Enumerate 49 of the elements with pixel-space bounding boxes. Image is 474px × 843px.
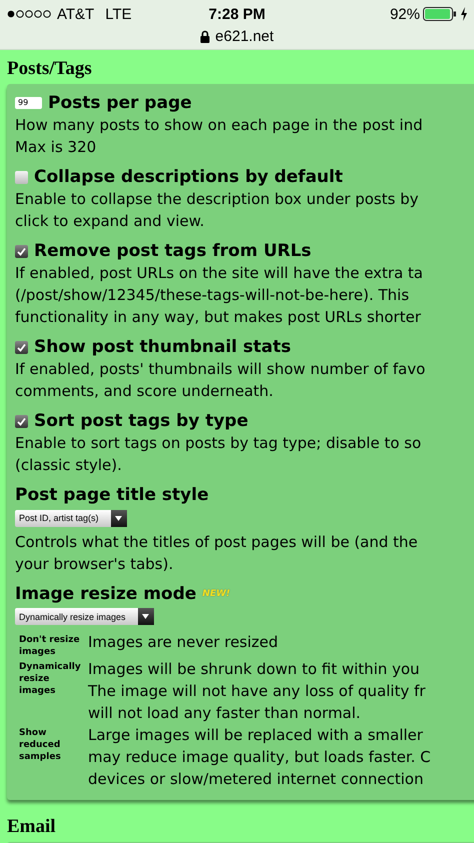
description-text: (/post/show/12345/these-tags-will-not-be-here). This — [15, 285, 410, 306]
option-name: Dynamically resize images — [18, 661, 82, 698]
description-text: (classic style). — [15, 455, 123, 476]
option-description: Large images will be replaced with a smaller — [88, 725, 424, 746]
option-description: will not load any faster than normal. — [88, 703, 362, 724]
description-text: If enabled, posts' thumbnails will show number of favo — [15, 359, 426, 380]
page-url: e621.net — [215, 28, 274, 44]
setting-label: Image resize mode — [15, 584, 196, 604]
battery-icon — [422, 7, 457, 21]
description-text: Max is 320 — [15, 137, 98, 158]
setting-label: Collapse descriptions by default — [34, 167, 343, 187]
description-text: functionality in any way, but makes post URLs shorter — [15, 307, 422, 328]
option-name: Show reduced samples — [18, 727, 62, 764]
option-description: may reduce image quality, but loads faster. C — [88, 747, 432, 768]
caret-icon — [142, 614, 150, 619]
setting-label: Posts per page — [48, 93, 192, 113]
carrier-name: AT&T — [57, 6, 94, 22]
setting-label: Post page title style — [15, 485, 209, 505]
setting-label: Sort post tags by type — [34, 411, 248, 431]
new-label: NEW! — [202, 588, 230, 598]
number-field[interactable]: 99 — [15, 97, 42, 109]
description-text: your browser's tabs). — [15, 554, 174, 574]
description-text: Controls what the titles of post pages will be (and the — [15, 532, 419, 552]
description-text: If enabled, post URLs on the site will have the extra ta — [15, 263, 424, 284]
checkbox[interactable] — [15, 340, 28, 354]
option-description: Images will be shrunk down to fit within you — [88, 659, 421, 680]
checkbox[interactable] — [15, 170, 28, 184]
section-title: Email — [7, 816, 57, 838]
option-name: Don't resize images — [18, 634, 81, 658]
option-description: Images are never resized — [88, 632, 280, 653]
dropdown[interactable]: Dynamically resize images — [15, 608, 154, 625]
signal-icon — [6, 8, 52, 20]
checkbox[interactable] — [15, 414, 28, 428]
dropdown[interactable]: Post ID, artist tag(s) — [15, 510, 127, 526]
battery-percent: 92% — [390, 6, 420, 22]
setting-label: Remove post tags from URLs — [34, 241, 312, 261]
option-description: The image will not have any loss of quality fr — [88, 681, 426, 702]
option-description: devices or slow/metered internet connection — [88, 769, 424, 790]
description-text: comments, and score underneath. — [15, 381, 274, 402]
description-text: Enable to collapse the description box under posts by — [15, 189, 420, 210]
section-title: Posts/Tags — [7, 58, 93, 80]
description-text: Enable to sort tags on posts by tag type; disable to so — [15, 433, 422, 454]
clock: 7:28 PM — [208, 6, 266, 22]
description-text: How many posts to show on each page in the post ind — [15, 115, 424, 136]
checkbox[interactable] — [15, 244, 28, 258]
caret-icon — [115, 516, 122, 520]
setting-label: Show post thumbnail stats — [34, 337, 291, 357]
network-type: LTE — [105, 6, 132, 22]
description-text: click to expand and view. — [15, 211, 206, 232]
